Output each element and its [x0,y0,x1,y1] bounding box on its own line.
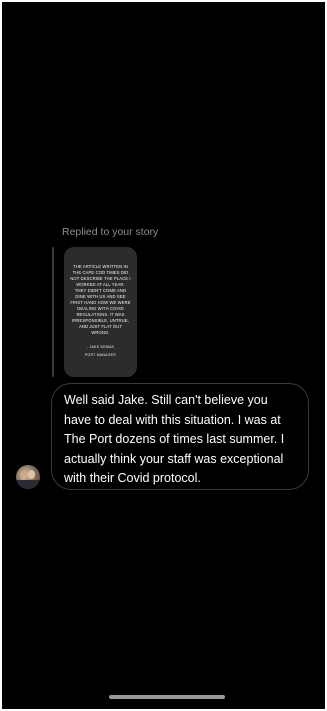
story-signature: - JAKE DEMAS [86,345,115,349]
story-role: PORT MANAGER [85,353,116,357]
message-text: Well said Jake. Still can't believe you … [64,393,285,485]
message-bubble[interactable]: Well said Jake. Still can't believe you … [51,383,309,490]
dm-thread-screen: Replied to your story THE ARTICLE WRITTE… [2,2,325,709]
sender-avatar[interactable] [16,465,40,489]
replied-to-story-label: Replied to your story [62,226,159,238]
avatar-face-right [28,470,35,479]
home-indicator[interactable] [109,695,225,699]
story-thumbnail[interactable]: THE ARTICLE WRITTEN IN THE CAPE COD TIME… [64,247,137,377]
avatar-face-left [20,471,27,480]
reply-quote-bar [52,247,54,377]
avatar-shirt [16,480,40,489]
story-text: THE ARTICLE WRITTEN IN THE CAPE COD TIME… [70,264,131,335]
